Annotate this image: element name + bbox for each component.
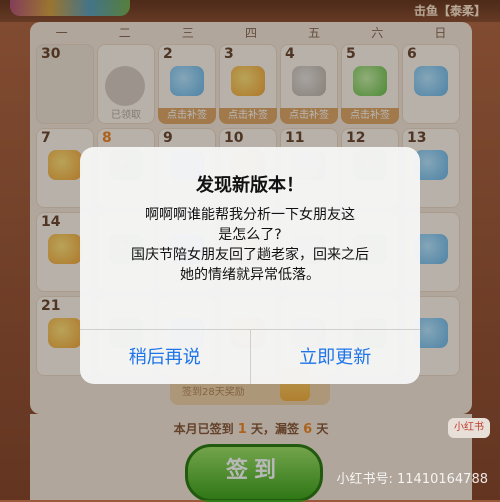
dialog-message-line: 国庆节陪女朋友回了趟老家，回来之后: [131, 247, 369, 263]
xiaohongshu-logo: 小红书: [448, 418, 490, 438]
dialog-title: 发现新版本！: [196, 175, 304, 196]
update-dialog: 发现新版本！ 啊啊啊谁能帮我分析一下女朋友这 是怎么了? 国庆节陪女朋友回了趟老…: [80, 147, 420, 384]
watermark-text: 小红书号: 11410164788: [336, 472, 489, 487]
later-button[interactable]: 稍后再说: [80, 330, 250, 384]
dialog-message-line: 啊啊啊谁能帮我分析一下女朋友这: [145, 207, 355, 223]
dialog-message-line: 她的情绪就异常低落。: [180, 267, 320, 283]
dialog-actions: 稍后再说 立即更新: [80, 329, 420, 384]
dialog-message: 啊啊啊谁能帮我分析一下女朋友这 是怎么了? 国庆节陪女朋友回了趟老家，回来之后 …: [100, 205, 400, 285]
dialog-message-line: 是怎么了?: [218, 227, 282, 243]
update-now-button[interactable]: 立即更新: [249, 330, 421, 384]
